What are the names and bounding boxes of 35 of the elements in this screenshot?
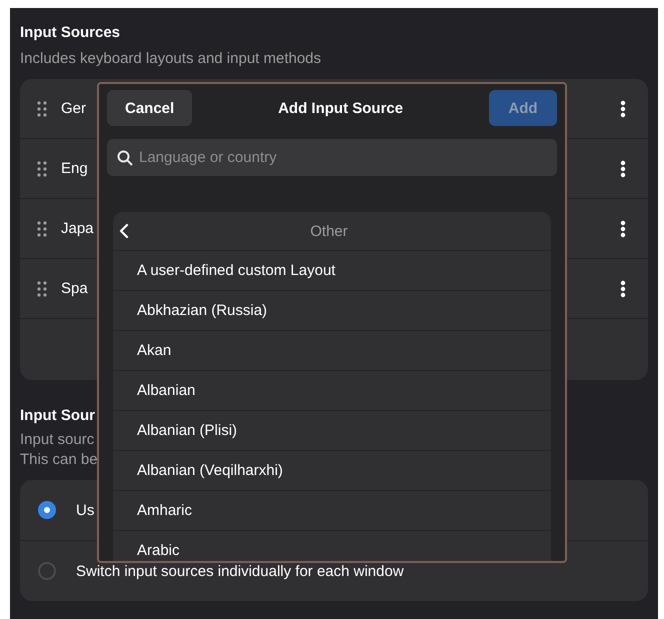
language-item[interactable]: Abkhazian (Russia) <box>113 291 551 331</box>
more-options-icon[interactable] <box>620 160 626 178</box>
language-item[interactable]: Arabic <box>113 531 551 561</box>
source-name: Eng <box>61 160 88 177</box>
back-chevron-icon[interactable] <box>119 223 129 239</box>
language-item[interactable]: Albanian (Veqilharxhi) <box>113 451 551 491</box>
drag-handle-icon <box>37 280 47 296</box>
drag-handle-icon <box>37 220 47 236</box>
dialog-title: Add Input Source <box>278 100 404 116</box>
language-item[interactable]: A user-defined custom Layout <box>113 251 551 291</box>
radio-button[interactable] <box>38 562 56 580</box>
more-options-icon[interactable] <box>620 220 626 238</box>
source-name: Spa <box>61 280 88 297</box>
language-item[interactable]: Akan <box>113 331 551 371</box>
radio-button[interactable] <box>38 501 56 519</box>
option-label: Us <box>76 502 94 518</box>
cancel-button[interactable]: Cancel <box>107 90 192 126</box>
language-item[interactable]: Albanian <box>113 371 551 411</box>
section-heading: Input Sources <box>20 23 122 43</box>
section-subtitle: Includes keyboard layouts and input methods <box>20 49 322 69</box>
language-item[interactable]: Albanian (Plisi) <box>113 411 551 451</box>
search-icon <box>117 150 133 166</box>
more-options-icon[interactable] <box>620 100 626 118</box>
source-name: Japa <box>61 220 94 237</box>
drag-handle-icon <box>37 100 47 116</box>
section-description: Input sourc <box>20 430 94 450</box>
more-options-icon[interactable] <box>620 280 626 298</box>
list-header: Other <box>309 222 349 240</box>
language-item[interactable]: Amharic <box>113 491 551 531</box>
search-field[interactable]: Language or country <box>107 139 557 176</box>
section-heading: Input Sour <box>20 406 95 426</box>
drag-handle-icon <box>37 160 47 176</box>
section-description: This can be <box>20 450 98 470</box>
option-label: Switch input sources individually for each window <box>76 562 404 580</box>
source-name: Ger <box>61 100 86 117</box>
